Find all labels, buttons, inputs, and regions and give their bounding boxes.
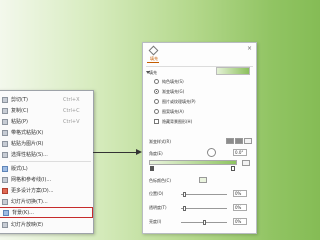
position-input[interactable]: 0% [233,190,247,197]
menu-item-paste-as-picture[interactable]: 粘贴为图片(R) [0,138,93,149]
gradient-stop-selected[interactable] [150,166,154,171]
radio-button-selected[interactable] [154,89,159,94]
context-menu: 剪切(T) Ctrl+X 复制(C) Ctrl+C 粘贴(P) Ctrl+V 带… [0,90,94,234]
menu-item-layout[interactable]: 版式(L) [0,163,93,174]
radio-button[interactable] [154,99,159,104]
layout-icon [2,165,8,172]
position-label: 位置(O) [149,191,164,196]
menu-item-slideshow[interactable]: 幻灯片放映(E) [0,219,93,230]
arrow-line [93,152,137,153]
tab-underline [147,62,159,63]
background-icon [3,209,9,216]
menu-item-copy[interactable]: 复制(C) Ctrl+C [0,105,93,116]
stop-color-picker[interactable] [199,177,207,183]
angle-label: 角度(E) [149,151,163,156]
paste-icon [2,118,8,125]
gradient-preset-button[interactable] [244,138,252,144]
transparency-slider-knob[interactable] [183,206,186,211]
radio-button[interactable] [154,109,159,114]
transparency-label: 透明度(T) [149,205,167,210]
gradient-bar[interactable] [149,160,237,165]
paste-special-icon [2,151,8,158]
format-background-pane: 填充 × 填充 纯色填充(S) 渐变填充(G) 图片或纹理填充(P) 图案填充(… [142,42,257,234]
brightness-slider-knob[interactable] [203,220,206,225]
transparency-input[interactable]: 0% [233,204,247,211]
paste-format-icon [2,129,8,136]
brightness-input[interactable]: 0% [233,218,247,225]
menu-item-paste[interactable]: 粘贴(P) Ctrl+V [0,116,93,127]
add-stop-button[interactable] [242,160,250,166]
paste-picture-icon [2,140,8,147]
transparency-slider-track[interactable] [181,208,227,209]
copy-icon [2,107,8,114]
radio-pattern-fill[interactable]: 图案填充(A) [154,107,184,116]
position-slider-track[interactable] [181,194,227,195]
gradient-direction-button[interactable] [235,138,243,144]
radio-button[interactable] [154,79,159,84]
menu-item-paste-special[interactable]: 选择性粘贴(S)... [0,149,93,160]
gradient-stop[interactable] [231,166,235,171]
radio-gradient-fill[interactable]: 渐变填充(G) [154,87,184,96]
slideshow-icon [2,221,8,228]
brightness-label: 亮度(I) [149,219,162,224]
transition-icon [2,198,8,205]
scissors-icon [2,96,8,103]
radio-solid-fill[interactable]: 纯色填充(S) [154,77,184,86]
hide-background-graphics[interactable]: 隐藏背景图形(H) [154,117,192,126]
angle-input[interactable]: 0.0° [233,149,247,156]
radio-picture-fill[interactable]: 图片或纹理填充(P) [154,97,196,106]
close-icon[interactable]: × [247,45,252,52]
fill-preview [216,67,250,75]
menu-item-background[interactable]: 背景(K)... [0,207,93,218]
stop-color-label: 色标颜色(C) [149,178,171,183]
checkbox[interactable] [154,119,159,124]
angle-dial[interactable] [207,148,216,157]
menu-item-grid-guides[interactable]: 网格和参考线(I)... [0,174,93,185]
menu-separator [9,161,91,162]
menu-item-cut[interactable]: 剪切(T) Ctrl+X [0,94,93,105]
gradient-style-label: 渐变样式(R) [149,139,171,144]
position-slider-knob[interactable] [183,192,186,197]
gradient-type-button[interactable] [226,138,234,144]
section-fill-title: 填充 [149,70,157,75]
grid-icon [2,176,8,183]
menu-item-paste-formatting[interactable]: 带格式粘贴(K) [0,127,93,138]
menu-item-more-designs[interactable]: 更多设计方案(D)... [0,185,93,196]
design-icon [2,187,8,194]
paint-bucket-icon[interactable] [148,45,159,56]
menu-item-slide-transition[interactable]: 幻灯片切换(T)... [0,196,93,207]
